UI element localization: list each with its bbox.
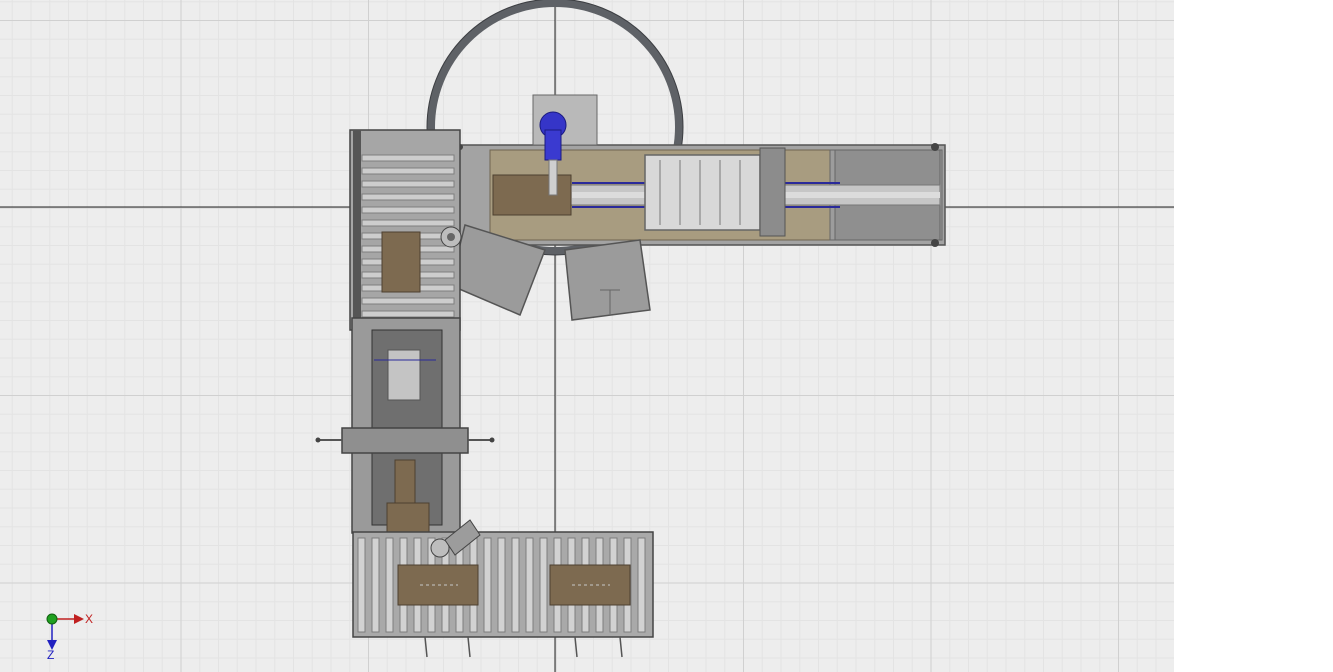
empty-panel [1174, 0, 1333, 672]
scene-canvas[interactable] [0, 0, 1174, 672]
axis-label-z: Z [47, 648, 55, 662]
carton-stack[interactable] [644, 147, 786, 237]
axis-gizmo: X Z [36, 604, 106, 666]
carton-tilted-2[interactable] [564, 239, 651, 321]
palletizer-station[interactable] [315, 317, 495, 541]
3d-viewport[interactable]: X Z [0, 0, 1174, 672]
outfeed-roller-conveyor[interactable] [352, 519, 654, 658]
axis-label-x: X [85, 612, 94, 626]
app-window: X Z [0, 0, 1333, 672]
wood-box[interactable] [492, 174, 572, 216]
